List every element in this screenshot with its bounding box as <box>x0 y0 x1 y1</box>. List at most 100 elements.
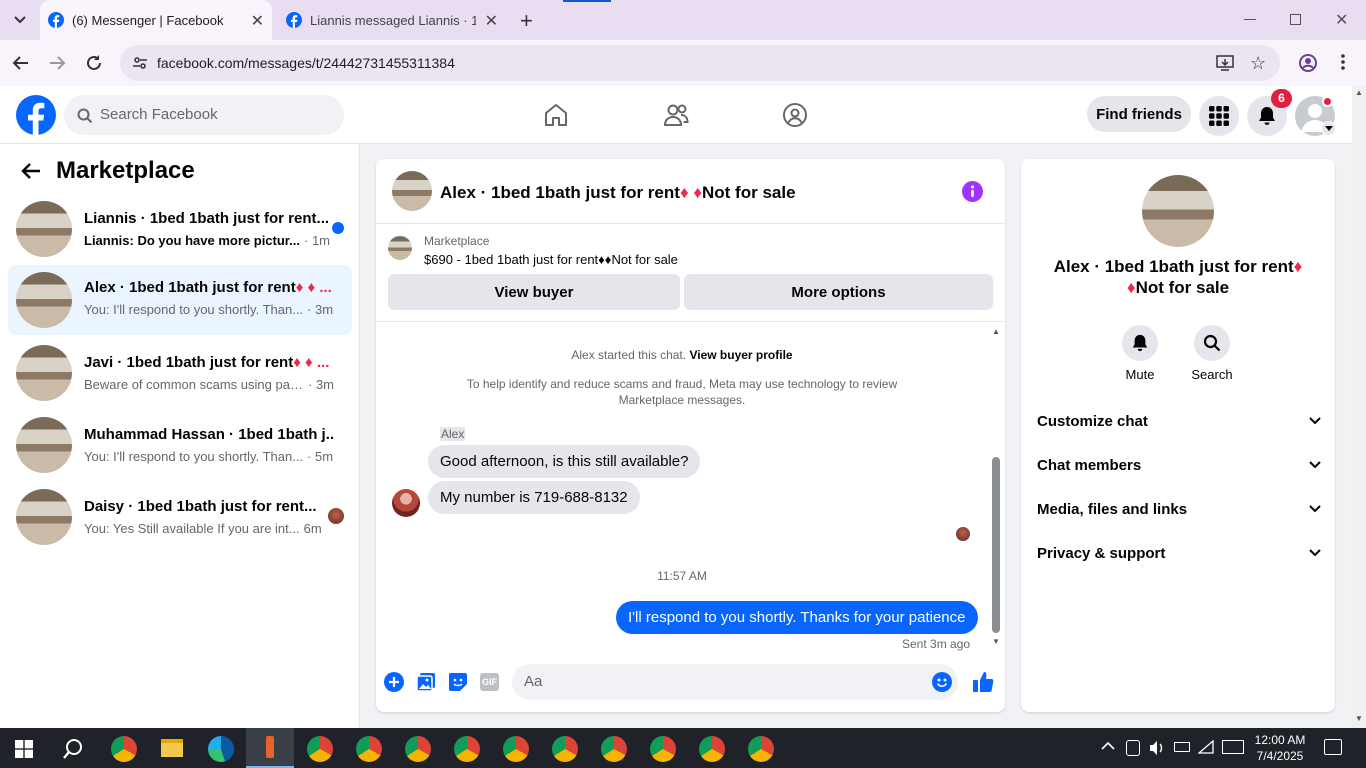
chrome-profile-taskbar-icon[interactable] <box>454 736 480 762</box>
divider <box>376 223 1005 224</box>
listing-line[interactable]: $690 - 1bed 1bath just for rent♦♦Not for… <box>424 252 678 267</box>
search-icon <box>77 108 93 124</box>
conversation-item[interactable]: Muhammad Hassan · 1bed 1bath j... You: I… <box>8 412 352 478</box>
bookmark-star-icon[interactable]: ☆ <box>1250 53 1266 74</box>
photo-icon[interactable] <box>416 672 436 692</box>
battery-icon[interactable] <box>1174 742 1190 752</box>
chrome-profile-taskbar-icon[interactable] <box>307 736 333 762</box>
privacy-support-section[interactable]: Privacy & support <box>1037 538 1321 568</box>
like-thumb-icon[interactable] <box>972 671 994 693</box>
sender-avatar[interactable] <box>392 489 420 517</box>
url-text[interactable]: facebook.com/messages/t/2444273145531138… <box>157 55 455 71</box>
tab-messenger[interactable]: (6) Messenger | Facebook ✕ <box>40 0 272 40</box>
find-friends-button[interactable]: Find friends <box>1087 96 1191 132</box>
info-icon[interactable] <box>962 181 983 202</box>
notification-center-icon[interactable] <box>1324 739 1342 755</box>
listing-thumbnail[interactable] <box>388 236 412 260</box>
file-explorer-icon[interactable] <box>161 739 183 757</box>
browser-menu-icon[interactable] <box>1341 54 1345 70</box>
back-icon[interactable] <box>12 54 30 72</box>
page-scrollbar[interactable]: ▲ ▼ <box>1352 86 1366 728</box>
chat-header-avatar[interactable] <box>392 171 432 211</box>
friends-icon[interactable] <box>663 103 689 127</box>
account-dot-badge <box>1322 96 1333 107</box>
restore-icon[interactable] <box>1290 14 1301 25</box>
tab-title: Liannis messaged Liannis · 1bed <box>310 12 476 28</box>
chrome-profile-taskbar-icon[interactable] <box>356 736 382 762</box>
chat-members-section[interactable]: Chat members <box>1037 450 1321 480</box>
volume-icon[interactable] <box>1149 740 1165 756</box>
new-tab-icon[interactable]: + <box>520 8 533 34</box>
site-settings-icon[interactable] <box>132 55 148 71</box>
notification-count-badge: 6 <box>1271 89 1292 108</box>
back-arrow-icon[interactable] <box>21 162 41 180</box>
more-actions-icon[interactable] <box>384 672 404 692</box>
wifi-icon[interactable] <box>1198 740 1214 754</box>
clock[interactable]: 12:00 AM 7/4/2025 <box>1252 732 1308 764</box>
windows-taskbar: 12:00 AM 7/4/2025 <box>0 728 1366 768</box>
menu-button[interactable] <box>1199 96 1239 136</box>
conversation-item[interactable]: Daisy · 1bed 1bath just for rent... You:… <box>8 484 352 550</box>
tab-liannis[interactable]: Liannis messaged Liannis · 1bed ✕ <box>278 0 506 40</box>
tab-search-icon[interactable] <box>10 10 30 30</box>
details-title: Alex · 1bed 1bath just for rent♦ ♦Not fo… <box>1053 257 1303 297</box>
account-chevron-icon[interactable] <box>1321 121 1336 136</box>
media-files-links-section[interactable]: Media, files and links <box>1037 494 1321 524</box>
chrome-profile-taskbar-icon[interactable] <box>552 736 578 762</box>
conversation-item[interactable]: Alex · 1bed 1bath just for rent♦ ♦ ... Y… <box>8 265 352 335</box>
view-buyer-button[interactable]: View buyer <box>388 274 680 310</box>
close-window-icon[interactable]: ✕ <box>1335 10 1348 30</box>
meet-now-icon[interactable] <box>1126 740 1140 756</box>
conversation-name: Alex · 1bed 1bath just for rent♦ ♦ ... <box>84 279 332 296</box>
close-tab-icon[interactable]: ✕ <box>485 11 498 31</box>
reload-icon[interactable] <box>85 54 103 72</box>
windows-start-icon[interactable] <box>15 740 33 758</box>
minimize-icon[interactable] <box>1244 19 1256 20</box>
message-placeholder: Aa <box>524 673 543 690</box>
incoming-message[interactable]: Good afternoon, is this still available? <box>428 445 701 478</box>
chat-title[interactable]: Alex · 1bed 1bath just for rent♦ ♦Not fo… <box>440 183 796 203</box>
conversation-preview: You: I'll respond to you shortly. Than..… <box>84 302 334 317</box>
more-options-button[interactable]: More options <box>684 274 993 310</box>
forward-icon[interactable] <box>48 54 66 72</box>
mute-button[interactable]: Mute <box>1110 325 1170 382</box>
groups-icon[interactable] <box>782 102 808 128</box>
conversation-item[interactable]: Liannis · 1bed 1bath just for rent... Li… <box>8 196 352 262</box>
bell-icon <box>1122 325 1158 361</box>
taskbar-search-icon[interactable] <box>62 738 84 760</box>
chrome-taskbar-icon[interactable] <box>111 736 137 762</box>
home-icon[interactable] <box>543 102 569 128</box>
conversation-item[interactable]: Javi · 1bed 1bath just for rent♦ ♦ ... B… <box>8 340 352 406</box>
chrome-profile-taskbar-icon[interactable] <box>748 736 774 762</box>
profile-icon[interactable] <box>1298 53 1318 73</box>
sticker-icon[interactable] <box>448 672 468 692</box>
incoming-message[interactable]: My number is 719-688-8132 <box>428 481 640 514</box>
conversation-preview: You: I'll respond to you shortly. Than..… <box>84 449 334 464</box>
show-hidden-icons[interactable] <box>1101 741 1115 751</box>
view-buyer-profile-link[interactable]: View buyer profile <box>689 348 792 362</box>
install-app-icon[interactable] <box>1216 55 1234 71</box>
listing-avatar-large[interactable] <box>1142 175 1214 247</box>
keyboard-icon[interactable] <box>1222 740 1244 754</box>
clock-time: 12:00 AM <box>1254 733 1306 747</box>
search-conversation-button[interactable]: Search <box>1182 325 1242 382</box>
gif-icon[interactable]: GIF <box>480 673 499 691</box>
customize-chat-section[interactable]: Customize chat <box>1037 406 1321 436</box>
chrome-profile-taskbar-icon[interactable] <box>503 736 529 762</box>
facebook-logo-icon[interactable] <box>16 95 56 135</box>
close-tab-icon[interactable]: ✕ <box>251 11 264 31</box>
message-input[interactable]: Aa <box>512 664 958 700</box>
outgoing-message[interactable]: I'll respond to you shortly. Thanks for … <box>616 601 978 634</box>
active-app-taskbar-icon[interactable] <box>246 728 294 768</box>
chrome-profile-taskbar-icon[interactable] <box>601 736 627 762</box>
listing-avatar <box>16 272 72 328</box>
chrome-profile-taskbar-icon[interactable] <box>405 736 431 762</box>
address-bar[interactable]: facebook.com/messages/t/2444273145531138… <box>120 45 1280 81</box>
chat-scrollbar[interactable]: ▲ ▼ <box>990 323 1002 649</box>
conversation-name: Muhammad Hassan · 1bed 1bath j... <box>84 426 334 443</box>
chrome-profile-taskbar-icon[interactable] <box>699 736 725 762</box>
search-facebook-input[interactable]: Search Facebook <box>64 95 344 135</box>
chrome-profile-taskbar-icon[interactable] <box>650 736 676 762</box>
emoji-icon[interactable] <box>932 672 952 692</box>
edge-taskbar-icon[interactable] <box>208 736 234 762</box>
